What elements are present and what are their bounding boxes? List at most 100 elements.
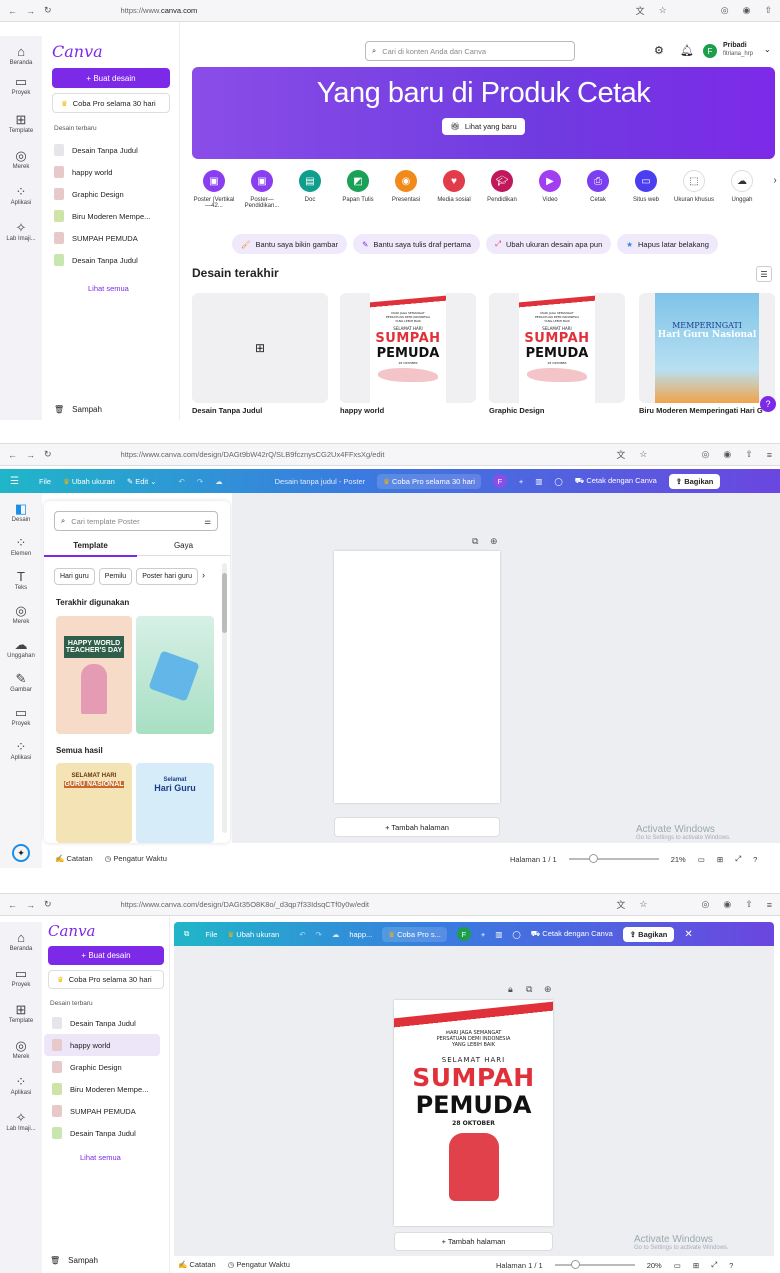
forward-icon[interactable]: → — [26, 6, 35, 16]
rail-templates[interactable]: ⊞ Template — [0, 1002, 42, 1024]
timer-button[interactable]: ◷ Pengatur Waktu — [228, 1260, 290, 1269]
plus-icon[interactable]: + — [519, 477, 523, 486]
pro-trial-button[interactable]: ♛ Coba Pro selama 30 hari — [52, 93, 170, 113]
undo-icon[interactable]: ↶ — [299, 930, 305, 939]
list-item[interactable]: Desain Tanpa Judul — [44, 1122, 160, 1144]
template-teachers-day[interactable]: HAPPY WORLD TEACHER'S DAY — [56, 616, 132, 734]
fullscreen-icon[interactable]: ⤢ — [711, 1260, 717, 1270]
cloud-icon[interactable]: ☁ — [332, 930, 340, 939]
add-page-icon[interactable]: ⊕ — [544, 984, 552, 995]
list-item[interactable]: SUMPAH PEMUDA — [46, 227, 176, 249]
back-icon[interactable]: ← — [8, 6, 17, 16]
reload-icon[interactable]: ↻ — [44, 899, 52, 910]
reload-icon[interactable]: ↻ — [44, 449, 52, 460]
category-upload[interactable]: ☁ Unggah — [720, 170, 764, 209]
pocket-icon[interactable]: ◎ — [721, 5, 729, 16]
address-bar[interactable]: https://www.canva.com — [121, 6, 198, 15]
account-icon[interactable]: ◉ — [743, 5, 751, 16]
rail-projects[interactable]: ▭ Proyek — [0, 74, 42, 96]
plus-icon[interactable]: + — [481, 930, 485, 939]
extensions-icon[interactable]: ⇧ — [745, 449, 753, 460]
category-social-media[interactable]: ♥ Media sosial — [432, 170, 476, 209]
zoom-level[interactable]: 20% — [647, 1261, 662, 1270]
list-item[interactable]: Biru Moderen Mempe... — [46, 205, 176, 227]
forward-icon[interactable]: → — [26, 450, 35, 460]
account-icon[interactable]: ◉ — [723, 449, 731, 460]
poster-page[interactable]: MARI JAGA SEMANGAT PERSATUAN DEMI INDONE… — [394, 1000, 553, 1226]
filter-chip[interactable]: Pemilu — [98, 568, 133, 585]
template-green-fantasy[interactable] — [136, 616, 214, 734]
redo-icon[interactable]: ↷ — [316, 930, 322, 939]
category-website[interactable]: ▭ Situs web — [624, 170, 668, 209]
list-item[interactable]: Desain Tanpa Judul — [46, 139, 176, 161]
chevron-down-icon[interactable]: ⌄ — [764, 45, 771, 54]
rail-elements[interactable]: ⁘ Elemen — [0, 535, 42, 557]
rail-brand[interactable]: ◎ Merek — [0, 148, 42, 170]
list-item[interactable]: happy world — [44, 1034, 160, 1056]
see-all-link[interactable]: Lihat semua — [88, 284, 129, 293]
search-input[interactable]: ⌕ Cari di konten Anda dan Canva — [365, 41, 575, 61]
avatar[interactable]: F — [492, 474, 507, 488]
rail-dream-lab[interactable]: ✧ Lab Imaji... — [0, 220, 42, 242]
rail-apps[interactable]: ⁘ Aplikasi — [0, 739, 42, 761]
list-view-icon[interactable]: ☰ — [756, 266, 772, 282]
hamburger-icon[interactable]: ☰ — [10, 476, 19, 487]
list-item[interactable]: Graphic Design — [46, 183, 176, 205]
tab-style[interactable]: Gaya — [137, 541, 230, 556]
list-item[interactable]: SUMPAH PEMUDA — [44, 1100, 160, 1122]
pages-view-icon[interactable]: ▭ — [698, 855, 705, 864]
zoom-slider[interactable] — [554, 1260, 635, 1269]
pro-trial-button[interactable]: ♛ Coba Pro selama 30 hari — [377, 473, 481, 489]
pocket-icon[interactable]: ◎ — [701, 449, 709, 460]
chip-resize[interactable]: ⤢ Ubah ukuran desain apa pun — [485, 234, 612, 254]
avatar[interactable]: F — [456, 927, 471, 941]
comment-icon[interactable]: ◯ — [512, 930, 520, 939]
zoom-slider-handle[interactable] — [588, 854, 598, 863]
notes-button[interactable]: ✍ Catatan — [55, 854, 93, 863]
rail-apps[interactable]: ⁘ Aplikasi — [0, 1074, 42, 1096]
cloud-icon[interactable]: ☁ — [215, 477, 223, 486]
notes-button[interactable]: ✍ Catatan — [178, 1260, 216, 1269]
magic-icon[interactable]: ✦ — [12, 844, 30, 862]
category-custom-size[interactable]: ⬚ Ukuran khusus — [672, 170, 716, 209]
add-page-button[interactable]: + Tambah halaman — [334, 817, 500, 837]
reload-icon[interactable]: ↻ — [44, 5, 52, 16]
pro-trial-button[interactable]: ♛ Coba Pro s... — [382, 926, 447, 942]
edit-menu[interactable]: ✎ Edit ⌄ — [127, 477, 157, 486]
file-menu[interactable]: File — [39, 477, 51, 486]
filter-chip[interactable]: Poster hari guru — [136, 568, 199, 585]
scrollbar-thumb[interactable] — [222, 573, 227, 633]
filter-chip[interactable]: Hari guru — [54, 568, 95, 585]
close-icon[interactable]: ✕ — [684, 929, 692, 940]
trash-link[interactable]: 🗑 Sampah — [54, 405, 102, 414]
category-doc[interactable]: ▤ Doc — [288, 170, 332, 209]
rail-projects[interactable]: ▭ Proyek — [0, 705, 42, 727]
star-icon[interactable]: ☆ — [639, 449, 647, 460]
analytics-icon[interactable]: ▥ — [495, 930, 502, 939]
rail-brand[interactable]: ◎ Merek — [0, 603, 42, 625]
print-button[interactable]: ⛟ Cetak dengan Canva — [531, 929, 613, 939]
page-indicator[interactable]: Halaman 1 / 1 — [496, 1261, 543, 1270]
chip-generate-image[interactable]: 🖌︎ Bantu saya bikin gambar — [232, 234, 348, 254]
list-item[interactable]: Desain Tanpa Judul — [44, 1012, 160, 1034]
rail-uploads[interactable]: ☁ Unggahan — [0, 637, 42, 659]
blank-page[interactable] — [334, 551, 500, 803]
design-card-blue-modern[interactable]: MEMPERINGATI Hari Guru Nasional — [639, 293, 775, 403]
account-icon[interactable]: ◉ — [723, 899, 731, 910]
rail-draw[interactable]: ✎ Gambar — [0, 671, 42, 693]
list-item[interactable]: Desain Tanpa Judul — [46, 249, 176, 271]
rail-home[interactable]: ⌂ Beranda — [0, 44, 42, 66]
chevron-right-icon[interactable]: › — [202, 568, 205, 585]
zoom-slider[interactable] — [568, 854, 659, 863]
back-icon[interactable]: ← — [8, 450, 17, 460]
pages-view-icon[interactable]: ▭ — [674, 1261, 681, 1270]
hero-button[interactable]: 🎁︎ Lihat yang baru — [442, 118, 525, 135]
star-icon[interactable]: ☆ — [659, 5, 667, 16]
tab-template[interactable]: Template — [44, 541, 137, 557]
duplicate-page-icon[interactable]: ⧉ — [526, 984, 532, 995]
grid-view-icon[interactable]: ⊞ — [717, 855, 723, 864]
rail-home[interactable]: ⌂ Beranda — [0, 930, 42, 952]
lock-icon[interactable]: 🔒︎ — [508, 984, 513, 995]
menu-icon[interactable]: ≡ — [767, 900, 772, 910]
timer-button[interactable]: ◷ Pengatur Waktu — [105, 854, 167, 863]
